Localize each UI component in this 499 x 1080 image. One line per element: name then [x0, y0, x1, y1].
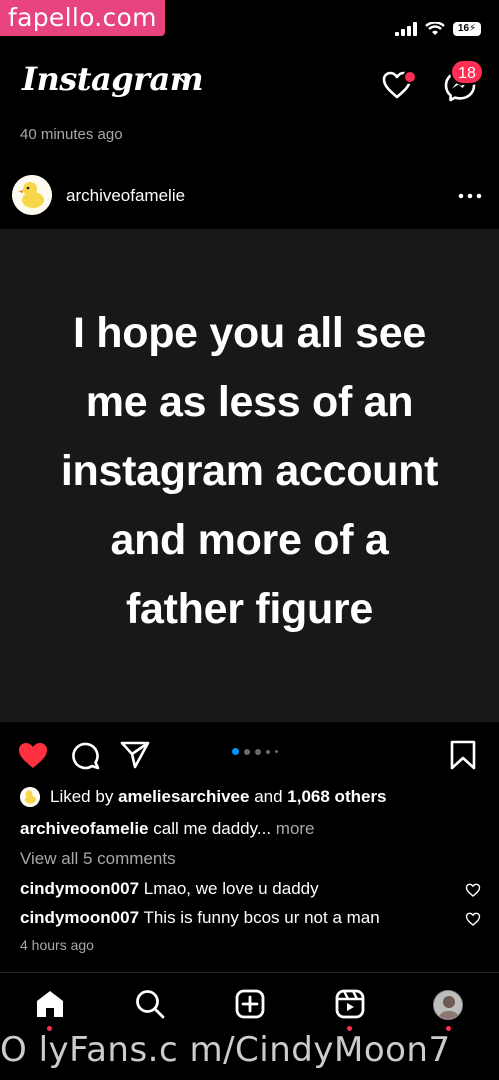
carousel-dot — [266, 749, 270, 754]
duck-avatar-icon — [20, 787, 40, 807]
post-image-line: and more of a — [110, 516, 389, 564]
post-avatar[interactable] — [12, 175, 52, 215]
comment-text: This is funny bcos ur not a man — [143, 908, 380, 927]
watermark-bottom: O lyFans.c m/CindyMoon7 — [0, 1030, 451, 1070]
share-icon[interactable] — [118, 738, 152, 772]
post-image[interactable]: I hope you all see me as less of an inst… — [0, 229, 499, 722]
comment-text: Lmao, we love u daddy — [143, 879, 319, 898]
caption-more-link[interactable]: more — [276, 819, 315, 838]
liked-by-user[interactable]: ameliesarchivee — [118, 787, 249, 806]
duck-avatar-icon — [12, 175, 52, 215]
status-bar-icons: 16⚡ — [395, 22, 481, 36]
previous-post-timestamp: 40 minutes ago — [20, 126, 123, 143]
post-image-line: me as less of an — [85, 378, 414, 426]
comment-row: cindymoon007 This is funny bcos ur not a… — [20, 908, 440, 928]
carousel-dot — [244, 748, 250, 755]
chevron-down-icon[interactable] — [178, 76, 192, 86]
comment-username[interactable]: cindymoon007 — [20, 879, 139, 898]
post-image-line: instagram account — [60, 447, 439, 495]
home-icon[interactable] — [34, 988, 66, 1020]
heart-filled-icon[interactable] — [16, 738, 50, 772]
notification-dot — [403, 70, 417, 84]
profile-photo-icon — [434, 991, 462, 1019]
nav-divider — [0, 972, 499, 973]
search-icon[interactable] — [134, 988, 166, 1020]
signal-icon — [395, 22, 417, 36]
liked-by-others[interactable]: 1,068 others — [287, 787, 386, 806]
post-image-line: I hope you all see — [72, 309, 427, 357]
instagram-logo[interactable]: Instagram — [22, 60, 204, 98]
likes-summary[interactable]: Liked by ameliesarchivee and 1,068 other… — [20, 787, 387, 807]
carousel-dot-active — [232, 748, 239, 755]
create-icon[interactable] — [234, 988, 266, 1020]
view-all-comments-link[interactable]: View all 5 comments — [20, 849, 176, 869]
liked-by-and: and — [254, 787, 283, 806]
carousel-dot — [275, 750, 278, 753]
comment-icon[interactable] — [68, 738, 102, 772]
more-options-icon[interactable] — [456, 186, 486, 206]
liked-by-prefix: Liked by — [50, 787, 114, 806]
carousel-dot — [255, 748, 261, 755]
comment-heart-icon[interactable] — [465, 882, 481, 898]
post-caption: archiveofamelie call me daddy... more — [20, 819, 315, 839]
post-image-text: I hope you all see me as less of an inst… — [0, 299, 499, 644]
caption-username[interactable]: archiveofamelie — [20, 819, 149, 838]
watermark-top: fapello.com — [0, 0, 165, 36]
comment-row: cindymoon007 Lmao, we love u daddy — [20, 879, 440, 899]
battery-icon: 16⚡ — [453, 22, 481, 36]
profile-avatar[interactable] — [433, 990, 463, 1020]
comment-heart-icon[interactable] — [465, 911, 481, 927]
caption-text: call me daddy... — [153, 819, 272, 838]
post-username[interactable]: archiveofamelie — [66, 186, 185, 206]
reels-icon[interactable] — [334, 988, 366, 1020]
bookmark-icon[interactable] — [446, 738, 480, 772]
comment-username[interactable]: cindymoon007 — [20, 908, 139, 927]
wifi-icon — [425, 22, 445, 35]
carousel-indicator — [232, 748, 278, 755]
messages-badge: 18 — [450, 59, 484, 85]
post-timestamp: 4 hours ago — [20, 937, 94, 953]
post-image-line: father figure — [126, 585, 373, 633]
liker-avatar — [20, 787, 40, 807]
battery-level: 16 — [457, 23, 470, 34]
